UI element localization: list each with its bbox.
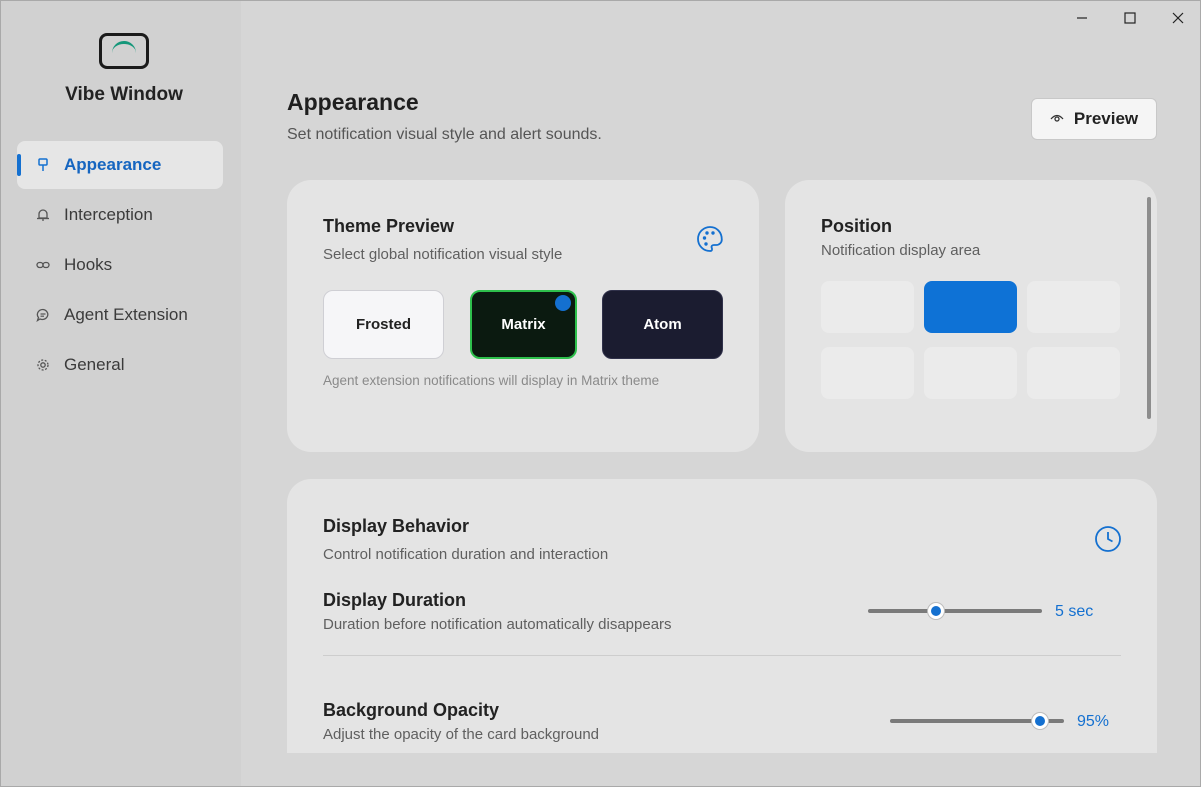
brush-icon	[35, 157, 51, 173]
close-button[interactable]	[1155, 5, 1200, 31]
theme-option-label: Frosted	[355, 316, 411, 333]
page-subtitle: Set notification visual style and alert …	[287, 126, 602, 143]
minimize-button[interactable]	[1059, 5, 1105, 31]
position-top-right[interactable]	[1027, 281, 1120, 333]
preview-button[interactable]: Preview	[1031, 98, 1157, 140]
duration-value: 5 sec	[1055, 603, 1094, 620]
duration-title: Display Duration	[323, 590, 467, 610]
position-top-center[interactable]	[924, 281, 1017, 333]
close-icon	[1172, 12, 1184, 24]
chat-icon	[35, 307, 51, 323]
duration-description: Duration before notification automatical…	[323, 616, 672, 633]
palette-icon	[696, 225, 724, 258]
sidebar-nav: Appearance Interception Hooks Agent Exte…	[17, 141, 223, 391]
eye-icon	[1050, 112, 1064, 126]
sidebar-item-label: General	[64, 355, 125, 374]
position-bottom-center[interactable]	[924, 347, 1017, 399]
maximize-button[interactable]	[1107, 5, 1153, 31]
position-top-left[interactable]	[821, 281, 914, 333]
app-logo-icon	[99, 33, 149, 69]
sidebar-item-hooks[interactable]: Hooks	[17, 241, 223, 289]
sidebar-item-interception[interactable]: Interception	[17, 191, 223, 239]
position-card-title: Position	[821, 216, 892, 236]
opacity-slider-thumb[interactable]	[1030, 712, 1049, 730]
link-icon	[35, 257, 51, 273]
sidebar-item-label: Appearance	[64, 155, 162, 174]
theme-option-label: Atom	[643, 316, 682, 333]
app-name: Vibe Window	[65, 84, 183, 105]
preview-label: Preview	[1073, 109, 1139, 128]
duration-slider-thumb[interactable]	[926, 602, 945, 620]
theme-option-label: Matrix	[501, 316, 546, 333]
sidebar-item-appearance[interactable]: Appearance	[17, 141, 223, 189]
sidebar-item-general[interactable]: General	[17, 341, 223, 389]
duration-slider-track[interactable]	[868, 609, 1042, 613]
scrollbar[interactable]	[1147, 197, 1151, 419]
sidebar-item-label: Hooks	[64, 255, 113, 274]
maximize-icon	[1124, 12, 1136, 24]
sidebar-item-label: Interception	[64, 205, 153, 224]
opacity-description: Adjust the opacity of the card backgroun…	[323, 726, 600, 743]
theme-card-subtitle: Select global notification visual style	[323, 246, 563, 263]
position-bottom-right[interactable]	[1027, 347, 1120, 399]
position-card-subtitle: Notification display area	[821, 242, 981, 259]
theme-card-title: Theme Preview	[323, 216, 455, 236]
divider	[323, 655, 1121, 656]
gear-icon	[35, 357, 51, 373]
minimize-icon	[1077, 17, 1087, 19]
selected-indicator	[555, 295, 571, 311]
clock-icon	[1094, 525, 1122, 558]
sidebar-item-agent-extension[interactable]: Agent Extension	[17, 291, 223, 339]
theme-option-frosted[interactable]: Frosted	[323, 290, 444, 359]
behavior-card-title: Display Behavior	[323, 516, 470, 536]
theme-note: Agent extension notifications will displ…	[323, 373, 660, 388]
sidebar: Vibe Window Appearance Interception Hook…	[1, 1, 241, 786]
page-title: Appearance	[287, 89, 419, 115]
opacity-value: 95%	[1077, 713, 1110, 730]
behavior-card-subtitle: Control notification duration and intera…	[323, 546, 609, 563]
opacity-title: Background Opacity	[323, 700, 500, 720]
sidebar-item-label: Agent Extension	[64, 305, 188, 324]
app-window: Vibe Window Appearance Interception Hook…	[0, 0, 1201, 787]
bell-icon	[35, 207, 51, 223]
theme-option-matrix[interactable]: Matrix	[470, 290, 577, 359]
theme-option-atom[interactable]: Atom	[602, 290, 723, 359]
position-bottom-left[interactable]	[821, 347, 914, 399]
